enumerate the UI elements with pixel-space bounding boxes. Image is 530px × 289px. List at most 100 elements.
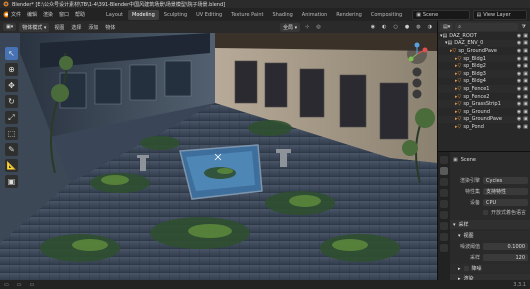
eye-icon[interactable]: ◉	[517, 56, 521, 62]
outliner-row[interactable]: ▸▽ sp_Bldg2 ◉ ▣	[438, 62, 530, 70]
render-engine-dropdown[interactable]: Cycles	[483, 177, 528, 184]
scale-tool-icon[interactable]: ⤢	[5, 111, 18, 124]
device-dropdown[interactable]: CPU	[483, 199, 528, 206]
modifier-tab-icon[interactable]	[440, 233, 448, 241]
tab-modeling[interactable]: Modeling	[128, 9, 159, 20]
outliner-row[interactable]: ▸▽ sp_Bldg1 ◉ ▣	[438, 54, 530, 63]
menu-render[interactable]: 渲染	[40, 11, 56, 18]
camera-icon[interactable]: ▣	[523, 78, 528, 84]
overlay-icon[interactable]: ◐	[380, 24, 388, 30]
camera-icon[interactable]: ▣	[523, 71, 528, 77]
mode-dropdown[interactable]: 物体模式 ▾	[19, 22, 50, 32]
outliner-row[interactable]: ▸▽ sp_Ground ◉ ▣	[438, 108, 530, 116]
proportional-edit-icon[interactable]: ◎	[314, 24, 322, 30]
menu-view[interactable]: 视图	[52, 24, 66, 31]
tab-compositing[interactable]: Compositing	[367, 10, 406, 20]
denoise-section[interactable]: ▸ 降噪	[450, 264, 530, 273]
outliner-display-mode[interactable]: ⌕	[455, 22, 518, 31]
transform-tool-icon[interactable]: ⬚	[5, 127, 18, 140]
outliner-row[interactable]: ▸▽ sp_GrassStrip1 ◉ ▣	[438, 100, 530, 108]
select-box-tool-icon[interactable]: ↖	[5, 47, 18, 60]
move-tool-icon[interactable]: ✥	[5, 79, 18, 92]
view-layer-tab-icon[interactable]	[440, 189, 448, 197]
eye-icon[interactable]: ◉	[517, 71, 521, 77]
feature-set-dropdown[interactable]: 支持特性	[483, 188, 528, 195]
camera-icon[interactable]: ▣	[523, 86, 528, 92]
camera-icon[interactable]: ▣	[523, 48, 528, 54]
camera-icon[interactable]: ▣	[523, 40, 528, 46]
shading-wireframe-icon[interactable]: ○	[392, 24, 400, 30]
menu-help[interactable]: 帮助	[72, 11, 88, 18]
noise-threshold-field[interactable]: 0.1000	[483, 243, 528, 250]
world-tab-icon[interactable]	[440, 211, 448, 219]
annotate-tool-icon[interactable]: ✎	[5, 143, 18, 156]
editor-type-dropdown[interactable]: ▣▾	[3, 23, 17, 31]
outliner-row[interactable]: ▸▽ sp_GroundPave ◉ ▣	[438, 47, 530, 55]
render-tab-icon[interactable]	[440, 167, 448, 175]
output-tab-icon[interactable]	[440, 178, 448, 186]
outliner-row[interactable]: ▸▽ sp_Fence1 ◉ ▣	[438, 85, 530, 93]
camera-icon[interactable]: ▣	[523, 116, 528, 122]
eye-icon[interactable]: ◉	[517, 33, 521, 39]
tab-sculpting[interactable]: Sculpting	[160, 10, 191, 20]
outliner-row[interactable]: ▸▽ sp_GroundPave ◉ ▣	[438, 115, 530, 124]
eye-icon[interactable]: ◉	[517, 94, 521, 100]
tab-uv-editing[interactable]: UV Editing	[192, 10, 226, 20]
eye-icon[interactable]: ◉	[517, 101, 521, 107]
outliner-row[interactable]: ▸▽ sp_Pond ◉ ▣	[438, 123, 530, 131]
outliner-row[interactable]: ▾▤ DAZ_ENV_0 ◉ ▣	[438, 39, 530, 48]
object-tab-icon[interactable]	[440, 222, 448, 230]
sampling-section[interactable]: ▾ 采样	[450, 220, 530, 229]
outliner-row[interactable]: ▸▽ sp_Bldg3 ◉ ▣	[438, 69, 530, 78]
eye-icon[interactable]: ◉	[517, 78, 521, 84]
camera-icon[interactable]: ▣	[523, 109, 528, 115]
add-cube-tool-icon[interactable]: ▣	[5, 175, 18, 188]
eye-icon[interactable]: ◉	[517, 40, 521, 46]
tab-rendering[interactable]: Rendering	[332, 10, 366, 20]
tab-animation[interactable]: Animation	[298, 10, 332, 20]
outliner-row[interactable]: ▸▽ sp_Fence2 ◉ ▣	[438, 93, 530, 101]
camera-icon[interactable]: ▣	[523, 33, 528, 39]
3d-viewport[interactable]	[0, 33, 437, 280]
camera-icon[interactable]: ▣	[523, 56, 528, 62]
scene-selector[interactable]: ▣ Scene	[412, 9, 470, 20]
menu-object[interactable]: 物体	[103, 24, 117, 31]
eye-icon[interactable]: ◉	[517, 63, 521, 69]
max-samples-field[interactable]: 120	[483, 254, 528, 261]
eye-icon[interactable]: ◉	[517, 86, 521, 92]
viewport-sampling-section[interactable]: ▾ 视图	[450, 231, 530, 240]
camera-icon[interactable]: ▣	[523, 63, 528, 69]
eye-icon[interactable]: ◉	[517, 124, 521, 130]
eye-icon[interactable]: ◉	[517, 48, 521, 54]
navigation-gizmo[interactable]	[403, 42, 431, 102]
denoise-checkbox[interactable]	[463, 266, 469, 271]
cursor-tool-icon[interactable]: ⊕	[5, 63, 18, 76]
menu-add[interactable]: 添加	[86, 24, 100, 31]
tab-shading[interactable]: Shading	[268, 10, 296, 20]
tool-tab-icon[interactable]	[440, 156, 448, 164]
camera-icon[interactable]: ▣	[523, 124, 528, 130]
material-tab-icon[interactable]	[440, 244, 448, 252]
rotate-tool-icon[interactable]: ↻	[5, 95, 18, 108]
outliner-row[interactable]: ▸▽ sp_Bldg4 ◉ ▣	[438, 78, 530, 86]
menu-edit[interactable]: 编辑	[24, 11, 40, 18]
snap-icon[interactable]: ⊹	[303, 24, 311, 30]
eye-icon[interactable]: ◉	[517, 116, 521, 122]
menu-file[interactable]: 文件	[8, 11, 24, 18]
menu-select[interactable]: 选择	[69, 24, 83, 31]
tab-texture-paint[interactable]: Texture Paint	[227, 10, 267, 20]
transform-orientation-dropdown[interactable]: 全局 ▾	[280, 22, 301, 32]
scene-tab-icon[interactable]	[440, 200, 448, 208]
camera-icon[interactable]: ▣	[523, 94, 528, 100]
visibility-icon[interactable]: ◉	[369, 24, 377, 30]
tab-layout[interactable]: Layout	[102, 10, 127, 20]
outliner-editor-type[interactable]: ▤▾	[440, 22, 454, 31]
measure-tool-icon[interactable]: 📐	[5, 159, 18, 172]
view-layer-selector[interactable]: ▤ View Layer	[472, 9, 527, 20]
shading-material-icon[interactable]: ◍	[414, 24, 422, 30]
eye-icon[interactable]: ◉	[517, 109, 521, 115]
camera-icon[interactable]: ▣	[523, 101, 528, 107]
shading-rendered-icon[interactable]: ◑	[426, 24, 434, 30]
filter-icon[interactable]: ⧩	[520, 24, 528, 30]
shading-solid-icon[interactable]: ●	[403, 24, 411, 30]
